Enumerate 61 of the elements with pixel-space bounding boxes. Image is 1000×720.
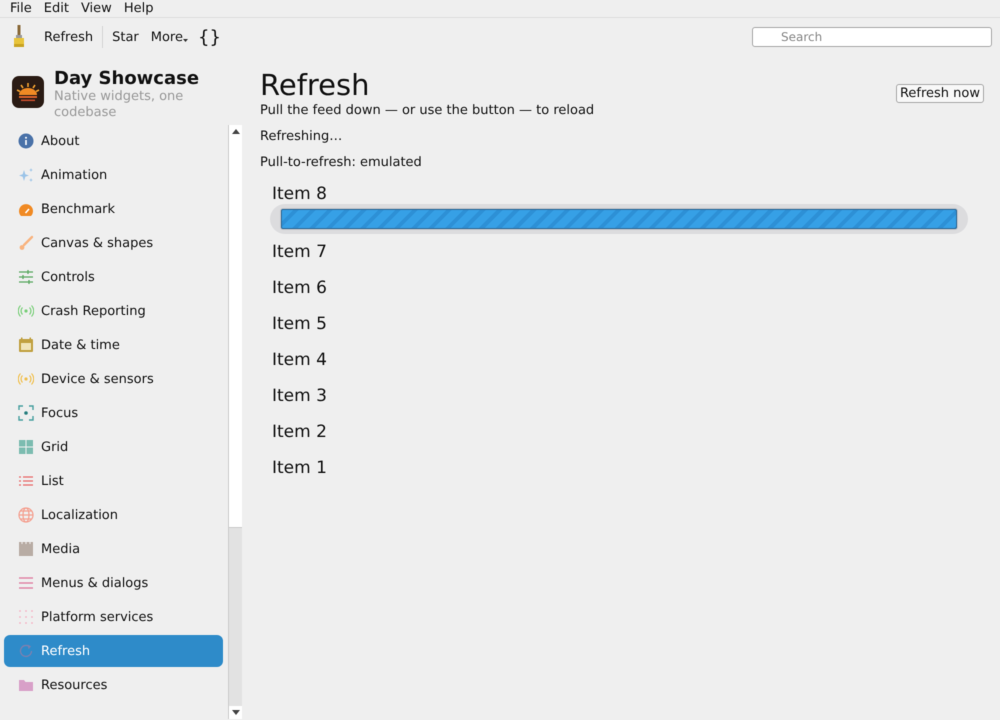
feed-item[interactable]: Item 7 xyxy=(272,234,984,270)
feed-item[interactable]: Item 1 xyxy=(272,450,984,486)
menu-item[interactable]: File xyxy=(4,1,38,16)
mode-text: Pull-to-refresh: emulated xyxy=(260,154,423,172)
sidebar-item[interactable]: Controls xyxy=(4,261,223,293)
menu-icon xyxy=(18,575,34,591)
search-field[interactable]: Search xyxy=(752,27,992,47)
sidebar-item[interactable]: Crash Reporting xyxy=(4,295,223,327)
app-title: Day Showcase xyxy=(54,68,200,89)
sidebar-item[interactable]: About xyxy=(4,125,223,157)
page-subtitle: Pull the feed down — or use the button — to reload xyxy=(260,102,594,120)
sunset-logo-icon xyxy=(12,76,44,108)
focus-icon xyxy=(18,405,34,421)
page-title: Refresh xyxy=(260,68,371,102)
info-icon xyxy=(18,133,34,149)
sidebar-item[interactable]: List xyxy=(4,465,223,497)
code-braces-button[interactable]: {} xyxy=(194,26,225,48)
grid-icon xyxy=(18,439,34,455)
broadcast-icon xyxy=(18,371,34,387)
menu-item[interactable]: Edit xyxy=(38,1,75,16)
broadcast-icon xyxy=(18,303,34,319)
status-text: Refreshing… xyxy=(260,128,344,146)
sidebar-item[interactable]: Media xyxy=(4,533,223,565)
refresh-now-button[interactable]: Refresh now xyxy=(896,84,984,103)
feed-item[interactable]: Item 6 xyxy=(272,270,984,306)
sparkles-icon xyxy=(18,167,34,183)
sidebar-item[interactable]: Localization xyxy=(4,499,223,531)
toolbar-button[interactable]: Star xyxy=(106,28,145,46)
dots-grid-icon xyxy=(18,609,34,625)
feed-item[interactable]: Item 3 xyxy=(272,378,984,414)
sidebar-item[interactable]: Resources xyxy=(4,669,223,701)
calendar-icon xyxy=(18,337,34,353)
sidebar-item[interactable]: Device & sensors xyxy=(4,363,223,395)
feed-item[interactable]: Item 8 xyxy=(272,184,984,204)
sidebar-item[interactable]: Refresh xyxy=(4,635,223,667)
brush-icon xyxy=(18,235,34,251)
sidebar-item[interactable]: Benchmark xyxy=(4,193,223,225)
clapperboard-icon xyxy=(18,541,34,557)
scrollbar-thumb[interactable] xyxy=(229,527,242,706)
feed-item[interactable]: Item 5 xyxy=(272,306,984,342)
menu-item[interactable]: View xyxy=(74,1,118,16)
toolbar-button[interactable]: Refresh xyxy=(38,28,100,46)
sidebar-item[interactable]: Grid xyxy=(4,431,223,463)
feed-item[interactable]: Item 4 xyxy=(272,342,984,378)
globe-icon xyxy=(18,507,34,523)
paintbrush-icon[interactable] xyxy=(12,25,26,49)
folder-icon xyxy=(18,677,34,693)
sidebar-item[interactable]: Platform services xyxy=(4,601,223,633)
sidebar-item[interactable]: Menus & dialogs xyxy=(4,567,223,599)
menu-item[interactable]: Help xyxy=(118,1,160,16)
sidebar-item[interactable]: Animation xyxy=(4,159,223,191)
sliders-icon xyxy=(18,269,34,285)
sidebar-item[interactable]: Date & time xyxy=(4,329,223,361)
gauge-icon xyxy=(18,201,34,217)
more-menu-button[interactable]: More xyxy=(144,28,194,46)
refresh-icon xyxy=(18,643,34,659)
app-subtitle: Native widgets, one codebase xyxy=(54,89,184,121)
sidebar-item[interactable]: Canvas & shapes xyxy=(4,227,223,259)
sidebar-item[interactable]: Focus xyxy=(4,397,223,429)
caret-icon xyxy=(183,38,188,42)
feed-item[interactable]: Item 2 xyxy=(272,414,984,450)
